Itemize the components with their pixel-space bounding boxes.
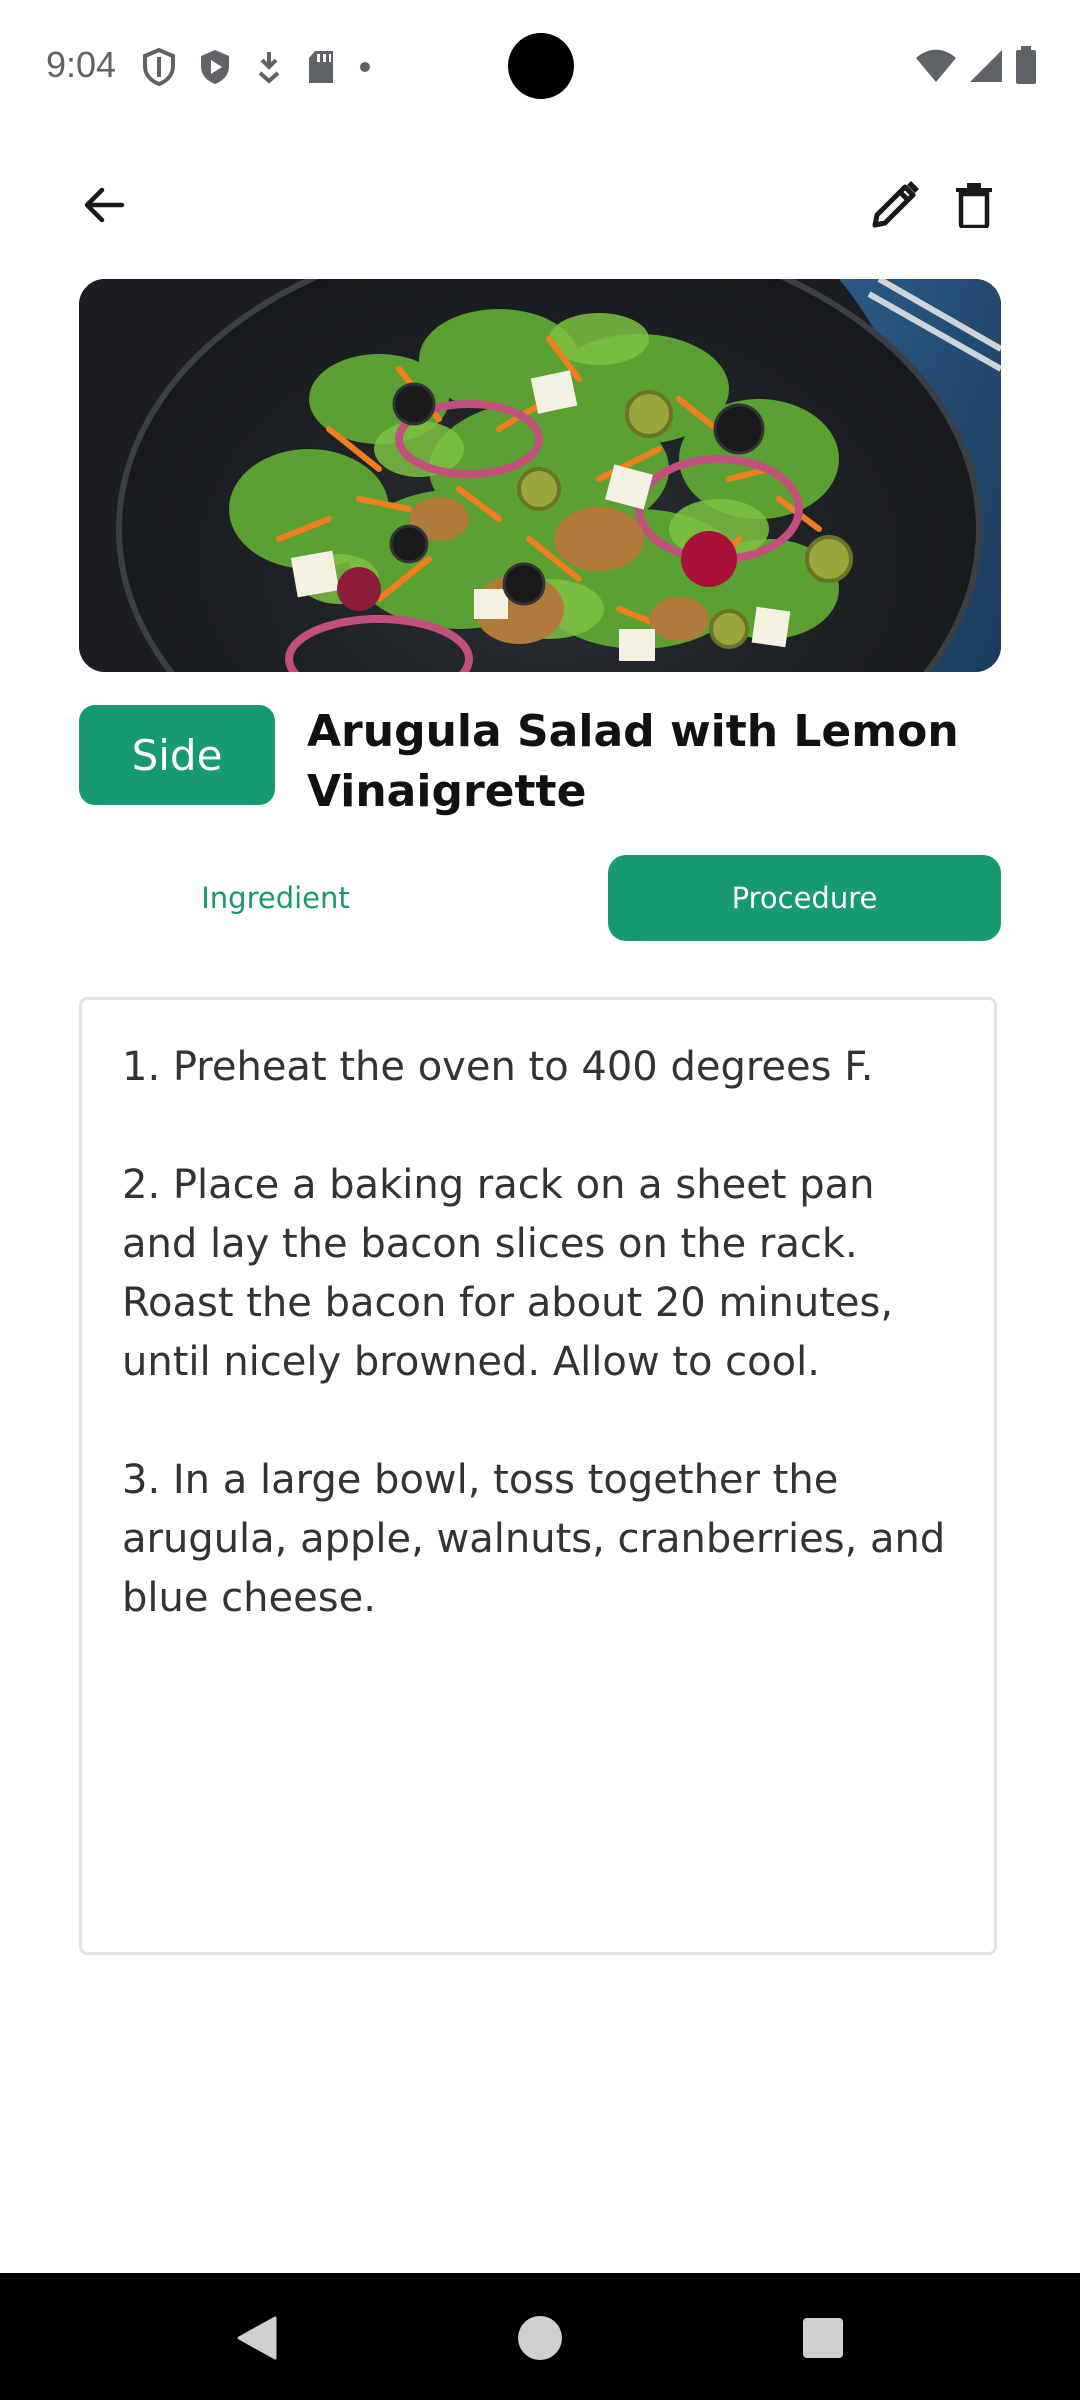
nav-back-button[interactable] [222,2303,292,2373]
salad-photo [79,279,1001,672]
tab-ingredient[interactable]: Ingredient [79,855,472,941]
status-icons-right [914,46,1038,86]
procedure-content: 1. Preheat the oven to 400 degrees F. 2.… [79,997,997,1955]
app-bar [0,160,1080,250]
status-time: 9:04 [46,44,117,85]
signal-icon [968,48,1004,84]
wifi-icon [914,48,958,84]
play-shield-icon [198,48,232,86]
sd-card-icon [306,49,336,85]
delete-button[interactable] [934,165,1014,245]
procedure-text: 1. Preheat the oven to 400 degrees F. 2.… [122,1044,946,1621]
dot-icon [358,60,372,74]
nav-back-triangle-icon [237,2316,277,2360]
download-arrow-icon [254,49,284,85]
category-badge: Side [79,705,275,805]
recipe-image [79,279,1001,672]
back-button[interactable] [64,165,144,245]
recipe-title: Arugula Salad with Lemon Vinaigrette [307,706,959,817]
nav-recents-square-icon [803,2318,843,2358]
nav-home-circle-icon [518,2316,562,2360]
edit-pencil-icon [872,181,919,228]
delete-trash-icon [956,183,992,228]
shield-outline-icon [142,48,176,86]
status-bar: 9:04 [0,0,1080,132]
nav-recents-button[interactable] [788,2303,858,2373]
system-nav-bar [0,2273,1080,2400]
battery-icon [1014,46,1038,86]
status-icons-left [142,48,372,86]
edit-button[interactable] [855,165,935,245]
arrow-back-icon [84,187,125,223]
camera-cutout [508,33,574,99]
nav-home-button[interactable] [505,2303,575,2373]
tab-procedure[interactable]: Procedure [608,855,1001,941]
